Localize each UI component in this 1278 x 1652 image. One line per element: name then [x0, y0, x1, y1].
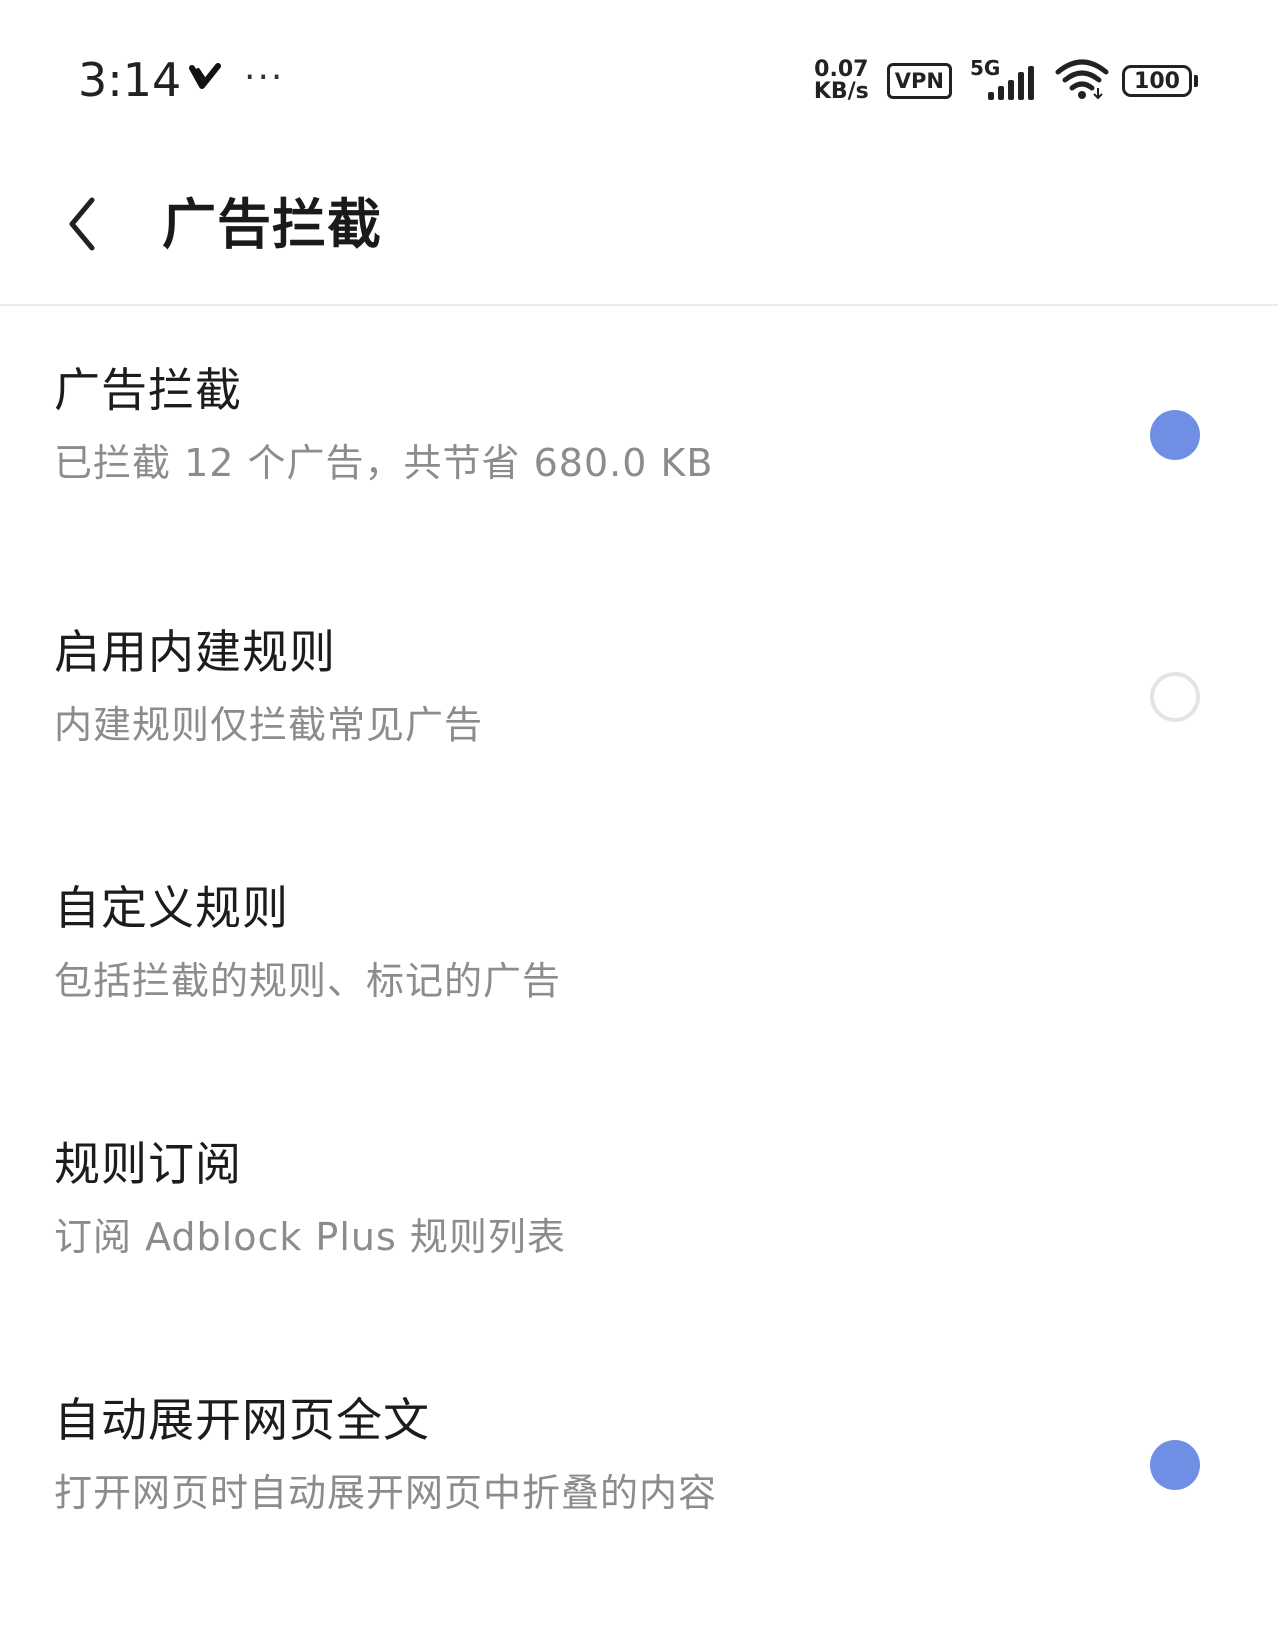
builtin-rules-toggle[interactable]	[1150, 672, 1200, 722]
network-speed-value: 0.07	[814, 57, 869, 82]
cellular-signal-icon: 5G	[970, 56, 1042, 104]
setting-builtin-rules[interactable]: 启用内建规则 内建规则仅拦截常见广告	[0, 568, 1278, 824]
chevron-left-icon	[62, 194, 102, 258]
setting-subtitle: 订阅 Adblock Plus 规则列表	[54, 1215, 566, 1259]
vpn-badge: VPN	[886, 63, 952, 99]
network-speed: 0.07 KB/s	[814, 59, 869, 103]
setting-subtitle: 已拦截 12 个广告，共节省 680.0 KB	[54, 441, 714, 485]
wifi-icon	[1054, 58, 1110, 104]
setting-subtitle: 打开网页时自动展开网页中折叠的内容	[54, 1471, 718, 1515]
status-indicators: 0.07 KB/s VPN 5G 100	[814, 56, 1198, 106]
setting-title: 自定义规则	[54, 881, 289, 935]
setting-title: 自动展开网页全文	[54, 1393, 430, 1447]
auto-expand-toggle[interactable]	[1150, 1440, 1200, 1490]
network-speed-unit: KB/s	[813, 79, 869, 104]
setting-auto-expand[interactable]: 自动展开网页全文 打开网页时自动展开网页中折叠的内容	[0, 1336, 1278, 1592]
setting-ad-block[interactable]: 广告拦截 已拦截 12 个广告，共节省 680.0 KB	[0, 306, 1278, 568]
app-notification-icon	[186, 60, 224, 98]
page-title: 广告拦截	[162, 193, 382, 256]
setting-title: 启用内建规则	[54, 625, 336, 679]
setting-rule-subscription[interactable]: 规则订阅 订阅 Adblock Plus 规则列表	[0, 1080, 1278, 1336]
ad-block-toggle[interactable]	[1150, 410, 1200, 460]
battery-icon: 100	[1122, 65, 1198, 97]
status-bar: 3:14 ··· 0.07 KB/s VPN 5G 100	[0, 0, 1278, 160]
setting-subtitle: 内建规则仅拦截常见广告	[54, 703, 484, 747]
setting-subtitle: 包括拦截的规则、标记的广告	[54, 959, 562, 1003]
setting-title: 规则订阅	[54, 1137, 242, 1191]
setting-custom-rules[interactable]: 自定义规则 包括拦截的规则、标记的广告	[0, 824, 1278, 1080]
status-time: 3:14	[78, 53, 182, 107]
battery-level: 100	[1134, 68, 1180, 94]
back-button[interactable]	[52, 186, 112, 266]
setting-title: 广告拦截	[54, 363, 242, 417]
title-bar: 广告拦截	[0, 160, 1278, 306]
settings-list: 广告拦截 已拦截 12 个广告，共节省 680.0 KB 启用内建规则 内建规则…	[0, 306, 1278, 1592]
more-notifications-icon: ···	[244, 57, 285, 98]
